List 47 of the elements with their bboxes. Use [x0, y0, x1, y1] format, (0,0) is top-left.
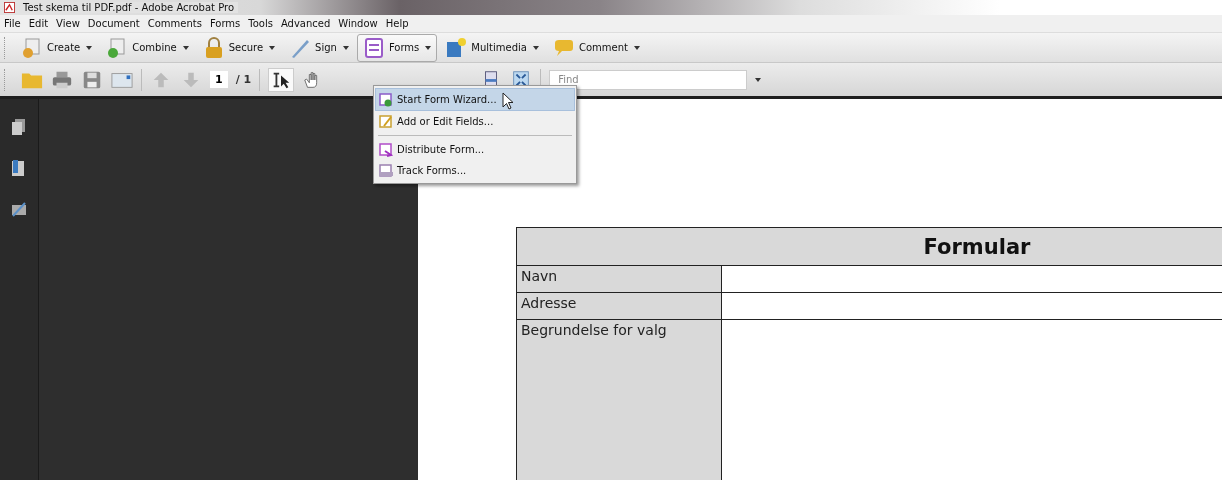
- menu-item[interactable]: Window: [338, 18, 378, 29]
- toolbar-button[interactable]: Secure: [196, 33, 282, 62]
- menu-item[interactable]: Edit: [28, 18, 49, 29]
- menu-item[interactable]: Document: [87, 18, 140, 29]
- toolbar-button[interactable]: Forms: [356, 33, 438, 62]
- menu-item[interactable]: Comments: [147, 18, 202, 29]
- menu-item[interactable]: View: [56, 18, 80, 29]
- caret-icon: [532, 45, 539, 50]
- menu-item[interactable]: Tools: [248, 18, 273, 29]
- bookmarks-icon[interactable]: [12, 160, 26, 176]
- caret-icon: [182, 45, 189, 50]
- menu-item[interactable]: Distribute Form...: [376, 139, 574, 160]
- form-icon: [362, 36, 385, 59]
- pdf-app-icon: [4, 2, 15, 14]
- menu-item[interactable]: Add or Edit Fields...: [376, 111, 574, 132]
- menu-item[interactable]: Start Form Wizard...: [375, 88, 575, 111]
- caret-icon: [425, 45, 432, 50]
- save-icon[interactable]: [81, 69, 103, 90]
- print-icon[interactable]: [51, 69, 73, 90]
- menu-item[interactable]: Advanced: [280, 18, 331, 29]
- caret-icon[interactable]: [755, 77, 762, 82]
- menu-item[interactable]: Help: [385, 18, 409, 29]
- toolbar-button[interactable]: Sign: [283, 33, 355, 62]
- menu-item[interactable]: Forms: [209, 18, 241, 29]
- select-tool-icon[interactable]: [268, 67, 295, 92]
- form-title: Formular: [517, 228, 1222, 266]
- form-label: Adresse: [517, 293, 722, 319]
- form-label: Navn: [517, 266, 722, 292]
- window-title: Test skema til PDF.pdf - Adobe Acrobat Pro: [19, 2, 239, 14]
- pages-icon[interactable]: [12, 119, 26, 135]
- find-field[interactable]: Find: [549, 69, 748, 90]
- menu-item[interactable]: File: [4, 18, 21, 29]
- toolbar-button[interactable]: Comment: [546, 33, 646, 62]
- toolbar-button[interactable]: Create: [15, 33, 99, 62]
- page-count: / 1: [235, 73, 252, 87]
- form-pencil-icon: [379, 114, 393, 129]
- caret-icon: [633, 45, 640, 50]
- page-number-field[interactable]: 1: [210, 71, 228, 89]
- toolbar-button[interactable]: Combine: [100, 33, 195, 62]
- toolbar-button[interactable]: Multimedia: [439, 33, 545, 62]
- caret-icon: [86, 45, 93, 50]
- form-label: Begrundelse for valg: [517, 320, 722, 480]
- form-wizard-icon: [379, 92, 393, 107]
- mouse-cursor-icon: [502, 92, 514, 110]
- caret-icon: [269, 45, 276, 50]
- menu-item[interactable]: Track Forms...: [376, 160, 574, 181]
- caret-icon: [342, 45, 349, 50]
